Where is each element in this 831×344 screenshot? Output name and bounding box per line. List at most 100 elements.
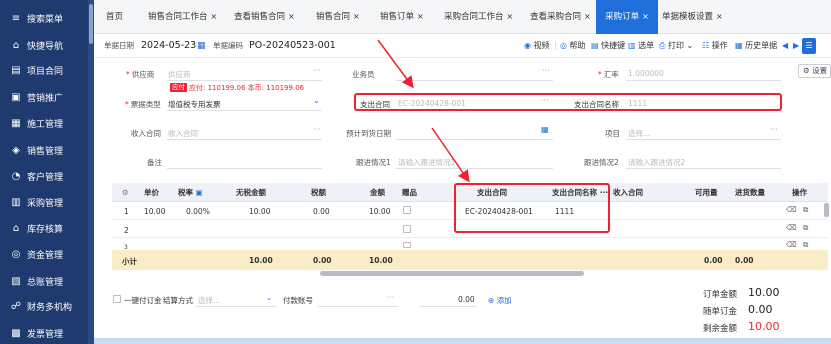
close-icon[interactable]: × bbox=[353, 12, 360, 21]
remark-underline bbox=[167, 168, 322, 169]
copy-icon[interactable]: ⧉ bbox=[803, 223, 808, 233]
calendar-icon[interactable]: ▦ bbox=[541, 125, 549, 134]
cell-amount[interactable]: 10.00 bbox=[369, 207, 390, 216]
income-contract-input[interactable]: 收入合同 bbox=[168, 128, 198, 139]
sidebar-item[interactable]: ▦ 施工管理 bbox=[0, 110, 88, 136]
deposit-amount-value: 0.00 bbox=[748, 303, 773, 316]
project-underline bbox=[626, 139, 781, 140]
tab[interactable]: 首页 bbox=[106, 0, 136, 34]
sidebar-item[interactable]: ◔ 客户管理 bbox=[0, 163, 88, 189]
delete-icon[interactable]: ⌫ bbox=[786, 240, 797, 249]
sidebar-item[interactable]: ▣ 营销推广 bbox=[0, 84, 88, 110]
sidebar-item[interactable]: ☍ 财务多机构 bbox=[0, 293, 88, 319]
chevron-down-icon[interactable]: ⌄ bbox=[313, 96, 320, 105]
add-button[interactable]: ⊕ 添加 bbox=[488, 295, 512, 306]
sidebar-item-label: 发票管理 bbox=[27, 329, 64, 340]
delete-icon[interactable]: ⌫ bbox=[786, 223, 797, 232]
tab-label: 查看销售合同 bbox=[234, 12, 286, 22]
tab-label: 销售合同工作台 bbox=[148, 12, 208, 22]
history-button[interactable]: ▦ 历史单据 bbox=[735, 34, 777, 58]
progress1-input[interactable]: 请输入跟进情况1 bbox=[398, 157, 455, 168]
list-view-icon[interactable]: ☰ bbox=[802, 38, 816, 54]
date-value[interactable]: 2024-05-23 bbox=[141, 34, 196, 58]
chevron-down-icon[interactable]: ⌄ bbox=[266, 293, 272, 302]
arrow-to-table-column bbox=[431, 127, 470, 183]
help-button[interactable]: ◎ 帮助 bbox=[560, 34, 586, 58]
tab[interactable]: 销售订单 × bbox=[380, 0, 438, 34]
video-button[interactable]: ◉ 视频 bbox=[524, 34, 550, 58]
tab[interactable]: 采购订单 × bbox=[596, 0, 658, 34]
highlight-box-table bbox=[454, 183, 610, 233]
settings-button[interactable]: ⚙ 设置 bbox=[798, 64, 831, 78]
shortcut-button[interactable]: ▤ 快捷键 bbox=[591, 34, 625, 58]
copy-icon[interactable]: ⧉ bbox=[803, 205, 808, 215]
col-price: 单价 bbox=[144, 188, 159, 197]
settle-select[interactable]: 选择... bbox=[198, 295, 220, 306]
sidebar-item[interactable]: ◈ 销售管理 bbox=[0, 137, 88, 163]
finance-icon: ☍ bbox=[10, 300, 22, 312]
cell-net[interactable]: 10.00 bbox=[249, 207, 270, 216]
tab[interactable]: 销售合同 × bbox=[316, 0, 374, 34]
sidebar-item[interactable]: ◎ 资金管理 bbox=[0, 241, 88, 267]
deposit-checkbox[interactable] bbox=[113, 295, 121, 303]
supplier-lookup-icon[interactable]: ··· bbox=[313, 66, 321, 75]
remaining-label: 剩余金额 bbox=[703, 324, 738, 334]
gift-checkbox[interactable] bbox=[403, 225, 411, 233]
invoice-icon: ▩ bbox=[11, 327, 21, 339]
print-button[interactable]: ⎙ 打印 ⌄ bbox=[659, 34, 693, 58]
cell-price[interactable]: 10.00 bbox=[144, 207, 165, 216]
close-icon[interactable]: × bbox=[417, 12, 424, 21]
sidebar-scroll-thumb[interactable] bbox=[89, 4, 93, 44]
remaining-value: 10.00 bbox=[748, 320, 780, 333]
rate-input[interactable]: 1.000000 bbox=[628, 69, 664, 78]
sidebar-item[interactable]: ▥ 采购管理 bbox=[0, 189, 88, 215]
sales-icon: ◈ bbox=[12, 144, 20, 156]
progress2-input[interactable]: 请输入跟进情况2 bbox=[628, 157, 685, 168]
tab[interactable]: 查看销售合同 × bbox=[234, 0, 310, 34]
sidebar-item[interactable]: ≡ 搜索菜单 bbox=[0, 5, 88, 31]
copy-icon[interactable]: ⧉ bbox=[803, 240, 808, 250]
close-icon[interactable]: × bbox=[584, 12, 591, 21]
tab[interactable]: 销售合同工作台 × bbox=[148, 0, 228, 34]
cell-tax[interactable]: 0.00 bbox=[313, 207, 330, 216]
doctype-select[interactable]: 增值税专用发票 bbox=[168, 99, 221, 110]
deposit-label: 一键付订金 bbox=[124, 296, 162, 305]
gift-checkbox[interactable] bbox=[403, 206, 411, 214]
pay-amount[interactable]: 0.00 bbox=[458, 295, 475, 304]
select-button[interactable]: ▥ 选单 bbox=[628, 34, 654, 58]
prev-icon[interactable]: ◀ bbox=[782, 34, 788, 58]
action-button[interactable]: ☷ 操作 bbox=[702, 34, 728, 58]
project-lookup-icon[interactable]: ··· bbox=[770, 125, 778, 134]
cell-tax-rate[interactable]: 0.00% bbox=[186, 207, 210, 216]
sidebar-item[interactable]: ⌂ 库存核算 bbox=[0, 215, 88, 241]
supplier-input[interactable]: 供应商 bbox=[168, 69, 191, 80]
next-icon[interactable]: ▶ bbox=[793, 34, 799, 58]
tab[interactable]: 单据模板设置 × bbox=[662, 0, 752, 34]
close-icon[interactable]: × bbox=[507, 12, 514, 21]
close-icon[interactable]: × bbox=[211, 12, 218, 21]
tab[interactable]: 查看采购合同 × bbox=[530, 0, 594, 34]
sidebar-item-label: 快捷导航 bbox=[27, 41, 64, 52]
col-tax-rate: 税率 ▣ bbox=[178, 188, 203, 197]
income-contract-lookup-icon[interactable]: ··· bbox=[313, 125, 321, 134]
sidebar-item[interactable]: ▤ 项目合同 bbox=[0, 57, 88, 83]
column-settings-icon[interactable]: ⚙ bbox=[122, 183, 129, 202]
close-icon[interactable]: × bbox=[288, 12, 295, 21]
salesman-lookup-icon[interactable]: ··· bbox=[542, 66, 550, 75]
pay-account-lookup-icon[interactable]: ··· bbox=[387, 293, 394, 302]
calendar-icon[interactable]: ▦ bbox=[197, 34, 206, 58]
highlight-box-form bbox=[354, 93, 782, 111]
rate-underline bbox=[626, 80, 781, 81]
horizontal-scrollbar[interactable] bbox=[320, 271, 584, 276]
income-contract-label: 收入合同 bbox=[131, 129, 161, 138]
vertical-scrollbar[interactable] bbox=[824, 203, 829, 217]
project-input[interactable]: 选择... bbox=[628, 128, 650, 139]
delete-icon[interactable]: ⌫ bbox=[786, 205, 797, 214]
sidebar-item[interactable]: ▩ 发票管理 bbox=[0, 320, 88, 344]
tab[interactable]: 采购合同工作台 × bbox=[444, 0, 524, 34]
gift-checkbox[interactable] bbox=[403, 242, 411, 248]
sidebar-item[interactable]: ▧ 总账管理 bbox=[0, 268, 88, 294]
close-icon[interactable]: × bbox=[716, 12, 723, 21]
sidebar-item[interactable]: ⌂ 快捷导航 bbox=[0, 32, 88, 58]
close-icon[interactable]: × bbox=[642, 12, 649, 21]
